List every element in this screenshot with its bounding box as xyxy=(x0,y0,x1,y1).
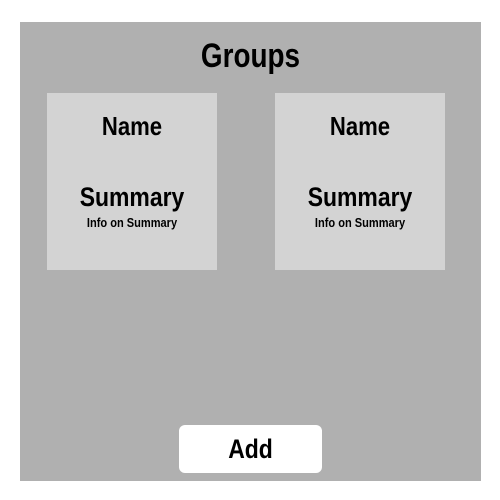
group-summary: Summary xyxy=(307,182,413,212)
group-card-1[interactable]: Name Summary Info on Summary xyxy=(47,93,217,270)
page-title: Groups xyxy=(200,37,301,75)
group-summary-info: Info on Summary xyxy=(314,215,406,230)
group-summary-info: Info on Summary xyxy=(86,215,178,230)
add-button-label: Add xyxy=(228,434,273,464)
group-name: Name xyxy=(329,111,391,141)
add-button[interactable]: Add xyxy=(179,425,322,473)
group-name: Name xyxy=(101,111,163,141)
group-summary: Summary xyxy=(79,182,185,212)
group-card-2[interactable]: Name Summary Info on Summary xyxy=(275,93,445,270)
groups-panel: Groups Name Summary Info on Summary Name… xyxy=(20,22,481,481)
